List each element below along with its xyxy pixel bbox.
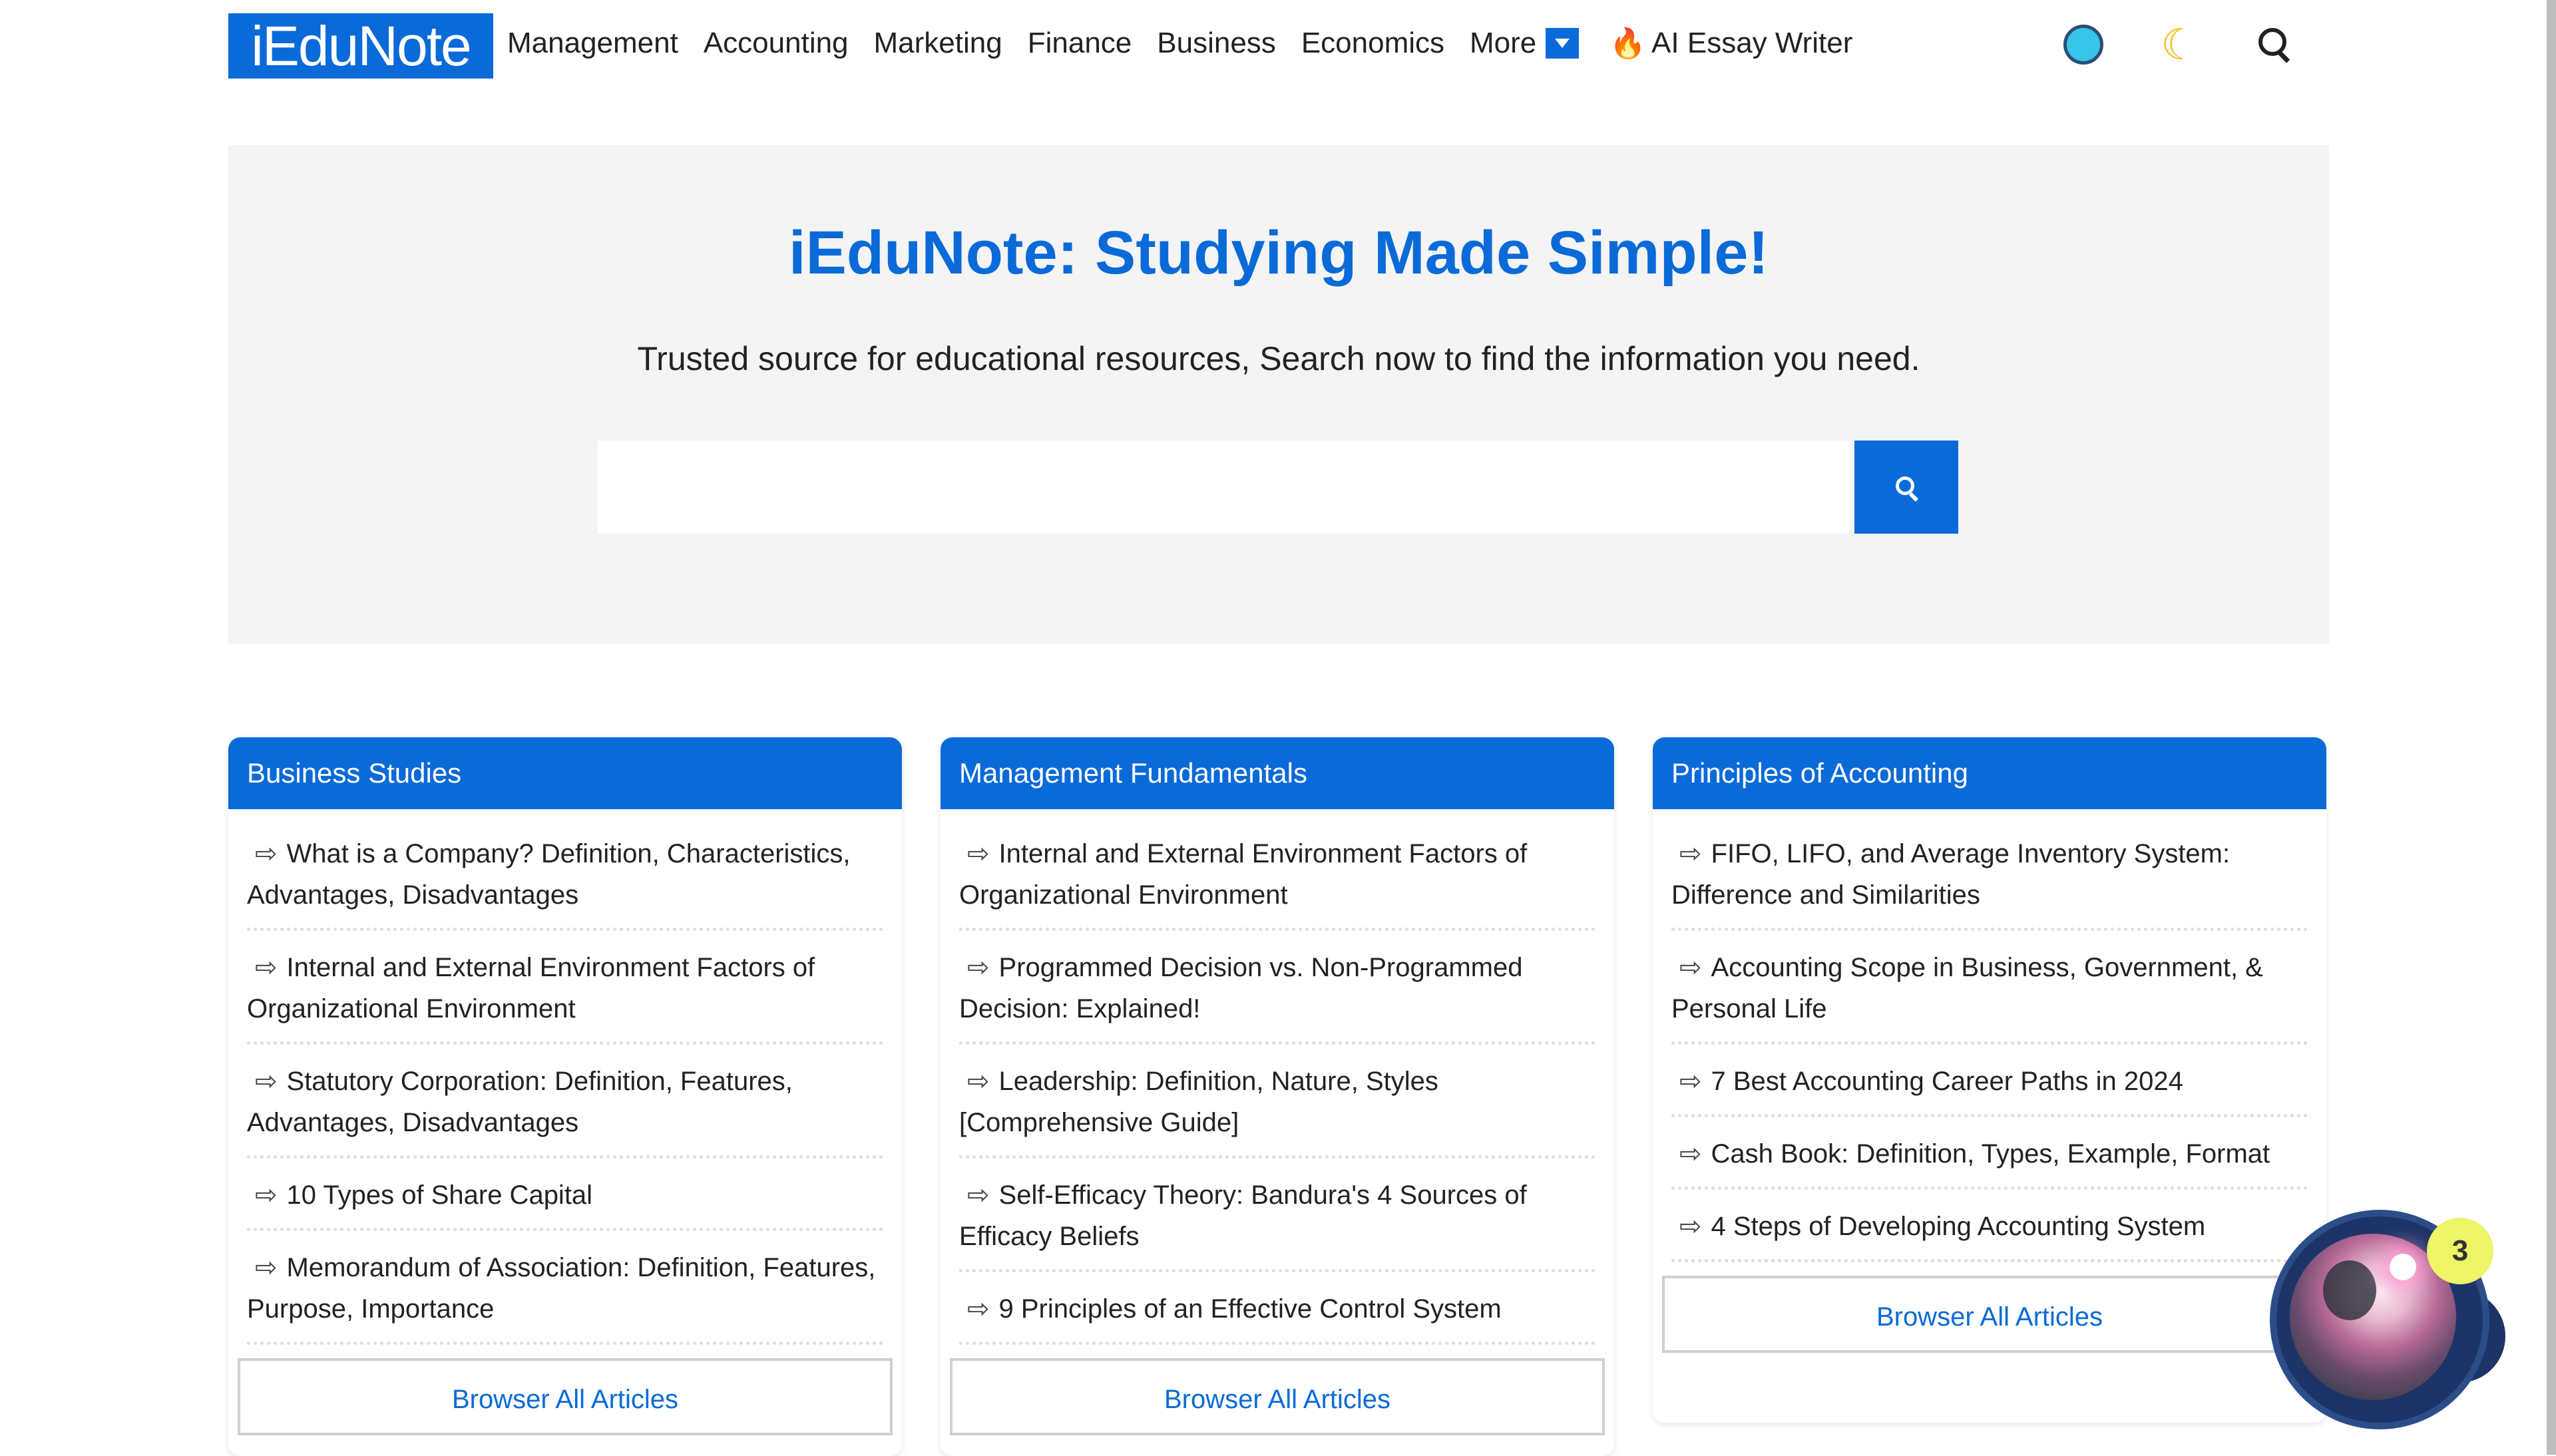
nav-marketing[interactable]: Marketing [874,27,1002,60]
hero-section: iEduNote: Studying Made Simple! Trusted … [228,145,2329,644]
arrow-icon: ⇨ [255,1181,278,1210]
article-link[interactable]: ⇨ Statutory Corporation: Definition, Feat… [247,1055,883,1159]
nav-more-label: More [1470,27,1537,59]
hero-subtitle: Trusted source for educational resources… [637,340,1920,377]
header-icons: ☾ [2063,21,2294,68]
arrow-icon: ⇨ [1679,1139,1702,1169]
search-button[interactable] [1854,441,1958,534]
search-input[interactable] [598,441,1849,534]
article-link[interactable]: ⇨ Self-Efficacy Theory: Bandura's 4 Sourc… [959,1169,1596,1272]
arrow-icon: ⇨ [1679,839,1702,868]
arrow-icon: ⇨ [1679,953,1702,982]
article-link[interactable]: ⇨ Memorandum of Association: Definition, … [247,1242,883,1345]
notification-badge: 3 [2427,1218,2493,1284]
browse-all-articles-button[interactable]: Browser All Articles [1662,1276,2317,1353]
theme-circle-icon[interactable] [2063,25,2103,65]
article-link[interactable]: ⇨ 7 Best Accounting Career Paths in 2024 [1671,1055,2308,1117]
arrow-icon: ⇨ [255,1253,278,1282]
nav-management[interactable]: Management [507,27,678,60]
nav-ai-essay-writer[interactable]: 🔥 AI Essay Writer [1609,26,1878,61]
chevron-down-icon [1546,28,1580,59]
browse-all-articles-button[interactable]: Browser All Articles [950,1358,1605,1435]
card-title: Business Studies [228,737,902,809]
arrow-icon: ⇨ [967,1181,990,1210]
arrow-icon: ⇨ [967,1294,990,1324]
fire-icon: 🔥 [1609,27,1647,60]
site-header: iEduNote Management Accounting Marketing… [0,0,2556,93]
arrow-icon: ⇨ [255,953,278,982]
chat-widget[interactable]: 3 [2270,1210,2523,1429]
search-icon[interactable] [2253,24,2294,65]
moon-icon[interactable]: ☾ [2161,23,2199,66]
article-link[interactable]: ⇨ Programmed Decision vs. Non-Programmed … [959,942,1596,1045]
card-title: Management Fundamentals [941,737,1614,809]
arrow-icon: ⇨ [1679,1212,1702,1241]
article-list: ⇨ Internal and External Environment Facto… [959,809,1596,1345]
article-link[interactable]: ⇨ Leadership: Definition, Nature, Styles … [959,1055,1596,1159]
article-link[interactable]: ⇨ 9 Principles of an Effective Control Sy… [959,1283,1596,1345]
card-management-fundamentals: Management Fundamentals ⇨ Internal and Ex… [941,737,1614,1456]
scrollbar-track[interactable] [2547,0,2556,1455]
nav-finance[interactable]: Finance [1028,27,1132,60]
card-business-studies: Business Studies ⇨ What is a Company? Def… [228,737,902,1456]
arrow-icon: ⇨ [967,1067,990,1096]
article-link[interactable]: ⇨ FIFO, LIFO, and Average Inventory Syste… [1671,828,2308,931]
article-link[interactable]: ⇨ What is a Company? Definition, Characte… [247,828,883,931]
card-title: Principles of Accounting [1653,737,2326,809]
nav-business[interactable]: Business [1157,27,1276,60]
article-list: ⇨ FIFO, LIFO, and Average Inventory Syste… [1671,809,2308,1262]
article-link[interactable]: ⇨ Cash Book: Definition, Types, Example, … [1671,1128,2308,1190]
nav-economics[interactable]: Economics [1301,27,1444,60]
article-link[interactable]: ⇨ Accounting Scope in Business, Governmen… [1671,942,2308,1045]
nav-more[interactable]: More [1470,27,1580,60]
arrow-icon: ⇨ [967,839,990,868]
arrow-icon: ⇨ [967,953,990,982]
card-principles-of-accounting: Principles of Accounting ⇨ FIFO, LIFO, an… [1653,737,2326,1423]
arrow-icon: ⇨ [255,839,278,868]
article-link[interactable]: ⇨ Internal and External Environment Facto… [959,828,1596,931]
arrow-icon: ⇨ [1679,1067,1702,1096]
main-nav: Management Accounting Marketing Finance … [507,20,1878,67]
article-link[interactable]: ⇨ Internal and External Environment Facto… [247,942,883,1045]
arrow-icon: ⇨ [255,1067,278,1096]
article-link[interactable]: ⇨ 10 Types of Share Capital [247,1169,883,1231]
article-link[interactable]: ⇨ 4 Steps of Developing Accounting System [1671,1200,2308,1262]
article-list: ⇨ What is a Company? Definition, Characte… [247,809,883,1345]
ai-essay-writer-label: AI Essay Writer [1651,27,1853,59]
site-logo[interactable]: iEduNote [228,13,493,79]
nav-accounting[interactable]: Accounting [704,27,849,60]
browse-all-articles-button[interactable]: Browser All Articles [238,1358,893,1435]
hero-title: iEduNote: Studying Made Simple! [788,219,1769,287]
